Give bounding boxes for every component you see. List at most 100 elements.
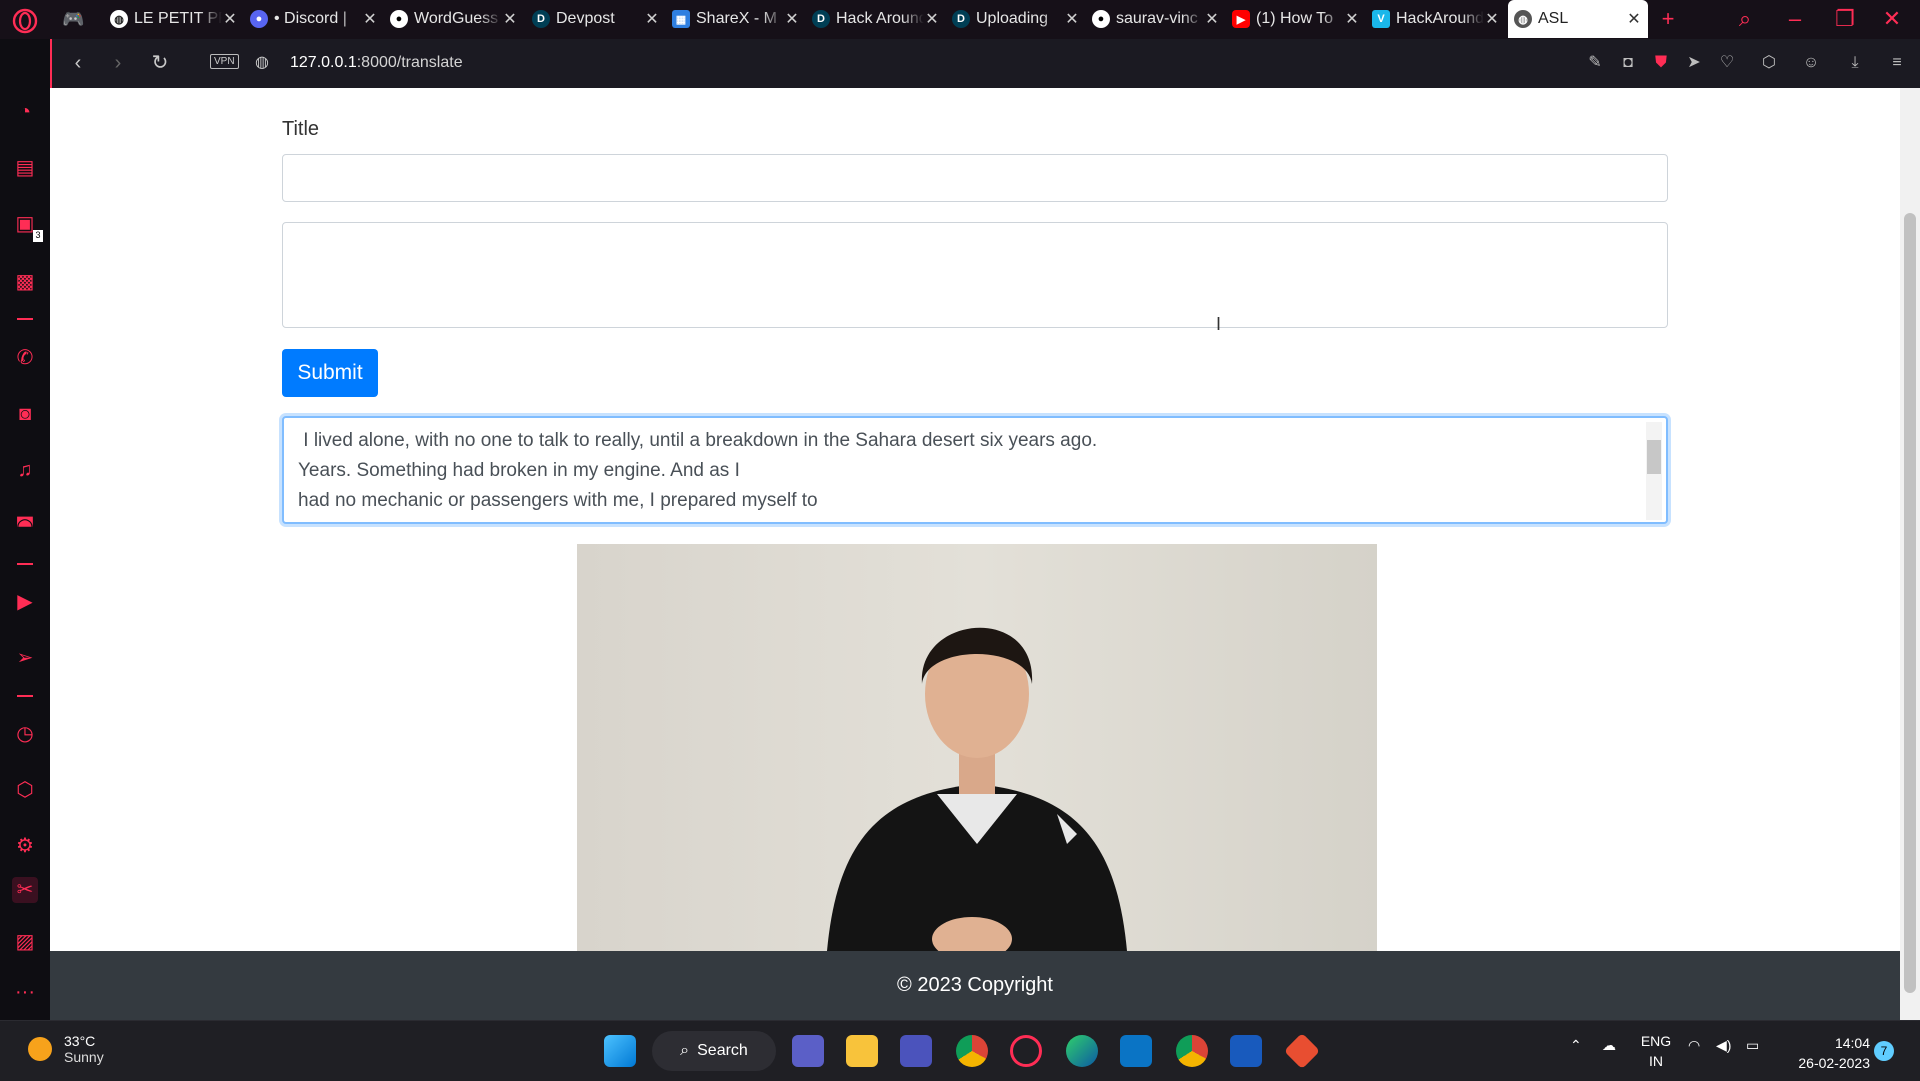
reload-icon[interactable]: ↻ <box>146 49 174 77</box>
devpost-icon: D <box>532 10 550 28</box>
instagram-icon[interactable]: ◙ <box>12 401 38 427</box>
gamepad-icon[interactable]: 🎮 <box>62 9 84 30</box>
edit-icon[interactable]: ✎ <box>1584 52 1606 74</box>
chevron-up-icon[interactable]: ⌃ <box>1570 1037 1582 1054</box>
send-icon[interactable]: ➢ <box>12 645 38 671</box>
twitter-icon[interactable]: ♫ <box>12 457 38 483</box>
speed-dial-icon[interactable]: ◔ <box>12 99 38 125</box>
close-icon[interactable]: ✕ <box>1204 9 1220 29</box>
opera-logo-icon[interactable] <box>12 8 38 34</box>
tools-icon[interactable]: ✂ <box>12 877 38 903</box>
page-scrollbar[interactable] <box>1900 88 1920 1020</box>
chip-icon[interactable]: ▩ <box>12 269 38 295</box>
download-icon[interactable]: ⤓ <box>1844 52 1866 74</box>
vscode-icon[interactable] <box>1120 1035 1152 1067</box>
weather-widget[interactable]: 33°C Sunny <box>28 1033 104 1065</box>
tab[interactable]: D Devpost ✕ <box>526 0 666 38</box>
output-scrollbar[interactable] <box>1646 422 1662 520</box>
tab-title: HackAround <box>1396 10 1484 27</box>
tab-active[interactable]: ◍ ASL ✕ <box>1508 0 1648 38</box>
close-window-icon[interactable]: ✕ <box>1872 4 1912 34</box>
weather-desc: Sunny <box>64 1049 104 1065</box>
text-cursor-icon: I <box>1216 314 1222 334</box>
player-icon[interactable]: ▶ <box>12 589 38 615</box>
history-icon[interactable]: ◷ <box>12 721 38 747</box>
edge-icon[interactable] <box>1066 1035 1098 1067</box>
heart-icon[interactable]: ♡ <box>1716 52 1738 74</box>
onedrive-icon[interactable]: ☁ <box>1602 1037 1616 1054</box>
close-icon[interactable]: ✕ <box>1626 9 1642 29</box>
asl-sign-video[interactable] <box>577 544 1377 951</box>
windows-start-icon[interactable] <box>604 1035 636 1067</box>
teams-icon[interactable] <box>900 1035 932 1067</box>
submit-button[interactable]: Submit <box>282 349 378 397</box>
discord-icon[interactable]: ◚ <box>12 513 38 539</box>
tab[interactable]: ● WordGuess ✕ <box>384 0 524 38</box>
close-icon[interactable]: ✕ <box>644 9 660 29</box>
battery-icon[interactable]: ▭ <box>1746 1037 1759 1054</box>
sharex-icon: ▦ <box>672 10 690 28</box>
git-icon[interactable] <box>1283 1032 1321 1070</box>
tab[interactable]: D Hack Around ✕ <box>806 0 946 38</box>
page-scrollbar-thumb[interactable] <box>1904 213 1916 993</box>
opera-icon[interactable] <box>1010 1035 1042 1067</box>
github-icon: ● <box>1092 10 1110 28</box>
tab[interactable]: ▦ ShareX - M ✕ <box>666 0 806 38</box>
more-icon[interactable]: ··· <box>12 979 38 1005</box>
chrome-icon[interactable] <box>956 1035 988 1067</box>
close-icon[interactable]: ✕ <box>784 9 800 29</box>
cube-icon[interactable]: ⬡ <box>1758 52 1780 74</box>
tab[interactable]: ▶ (1) How To ✕ <box>1226 0 1366 38</box>
wifi-icon[interactable]: ◠ <box>1688 1037 1700 1054</box>
address-bar: ‹ › ↻ VPN ◍ 127.0.0.1:8000/translate ✎ ◘… <box>50 39 1920 88</box>
back-icon[interactable]: ‹ <box>64 49 92 77</box>
taskbar-search[interactable]: ⌕ Search <box>652 1031 776 1071</box>
close-icon[interactable]: ✕ <box>1344 9 1360 29</box>
close-icon[interactable]: ✕ <box>1484 9 1500 29</box>
close-icon[interactable]: ✕ <box>362 9 378 29</box>
chrome-alt-icon[interactable] <box>1176 1035 1208 1067</box>
gallery-icon[interactable]: ▨ <box>12 929 38 955</box>
sidebar-divider <box>17 563 33 565</box>
youtube-icon: ▶ <box>1232 10 1250 28</box>
word-icon[interactable] <box>1230 1035 1262 1067</box>
profile-icon[interactable]: ☺ <box>1800 52 1822 74</box>
whatsapp-icon[interactable]: ✆ <box>12 345 38 371</box>
tab[interactable]: ◍ LE PETIT PRINCE ✕ <box>104 0 244 38</box>
language-indicator[interactable]: ENG IN <box>1636 1031 1676 1071</box>
close-icon[interactable]: ✕ <box>502 9 518 29</box>
close-icon[interactable]: ✕ <box>924 9 940 29</box>
shield-icon[interactable]: ⛊ <box>1650 52 1672 74</box>
url-field[interactable]: 127.0.0.1:8000/translate <box>290 54 463 72</box>
taskbar-clock[interactable]: 14:04 26-02-2023 <box>1780 1033 1870 1073</box>
settings-icon[interactable]: ⚙ <box>12 833 38 859</box>
tab[interactable]: ● saurav-vinc ✕ <box>1086 0 1226 38</box>
title-input[interactable] <box>282 154 1668 202</box>
site-info-icon[interactable]: ◍ <box>248 49 276 77</box>
shopping-icon[interactable]: ▤ <box>12 155 38 181</box>
send-icon[interactable]: ➤ <box>1683 52 1705 74</box>
search-tabs-icon[interactable]: ⌕ <box>1725 4 1765 34</box>
tab[interactable]: D Uploading ✕ <box>946 0 1086 38</box>
translation-output-textarea[interactable]: I lived alone, with no one to talk to re… <box>282 416 1668 524</box>
vpn-badge[interactable]: VPN <box>210 54 239 69</box>
search-icon: ⌕ <box>680 1042 690 1059</box>
cube-icon[interactable]: ⬡ <box>12 777 38 803</box>
restore-icon[interactable]: ❐ <box>1825 4 1865 34</box>
output-scrollbar-thumb[interactable] <box>1647 440 1661 474</box>
text-input-area[interactable] <box>282 222 1668 328</box>
close-icon[interactable]: ✕ <box>1064 9 1080 29</box>
minimize-icon[interactable]: – <box>1775 4 1815 34</box>
volume-icon[interactable]: ◀) <box>1716 1037 1731 1054</box>
easy-setup-icon[interactable]: ≡ <box>1886 52 1908 74</box>
new-tab-icon[interactable]: + <box>1648 4 1688 34</box>
camera-icon[interactable]: ◘ <box>1617 52 1639 74</box>
file-explorer-icon[interactable] <box>846 1035 878 1067</box>
forward-icon[interactable]: › <box>104 49 132 77</box>
tab[interactable]: V HackAround ✕ <box>1366 0 1506 38</box>
tab[interactable]: ● • Discord | ✕ <box>244 0 384 38</box>
close-icon[interactable]: ✕ <box>222 9 238 29</box>
tab-title: LE PETIT PRINCE <box>134 10 222 27</box>
notification-badge[interactable]: 7 <box>1874 1041 1894 1061</box>
meet-icon[interactable] <box>792 1035 824 1067</box>
